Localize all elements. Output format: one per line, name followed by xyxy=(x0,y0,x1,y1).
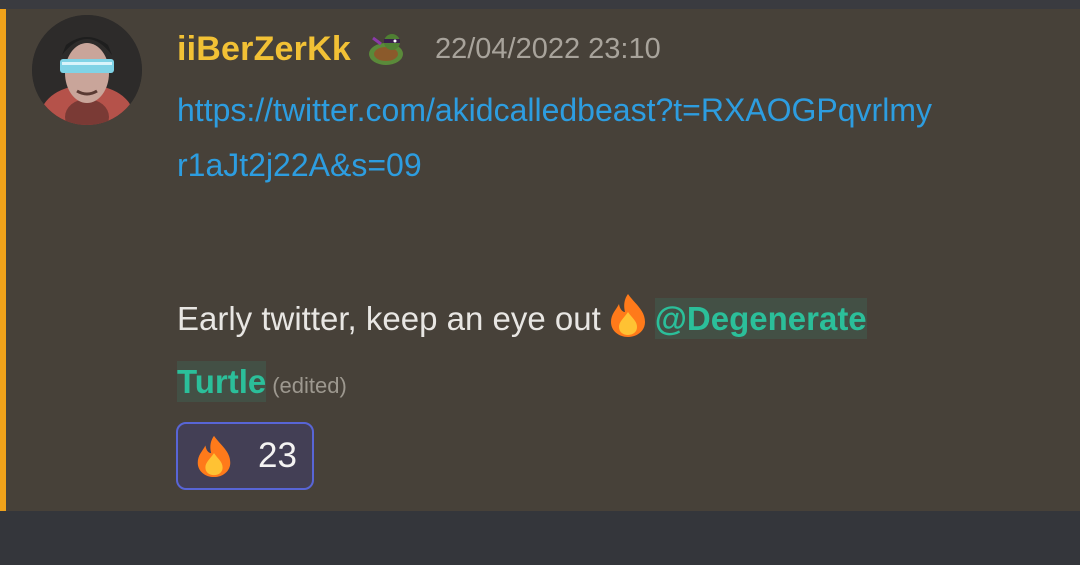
twitter-link[interactable]: https://twitter.com/akidcalledbeast?t=RX… xyxy=(177,83,937,193)
avatar[interactable] xyxy=(32,15,142,125)
mention-line-1: @Degenerate xyxy=(654,300,867,337)
chat-message: iiBerZerKk 22/04/2022 23:10 https://twit… xyxy=(0,9,1080,511)
turtle-ninja-icon[interactable] xyxy=(365,32,407,66)
chat-background xyxy=(0,511,1080,565)
fire-emoji xyxy=(605,292,651,354)
username[interactable]: iiBerZerKk xyxy=(177,30,351,69)
reaction-count: 23 xyxy=(258,436,297,475)
message-text-content: Early twitter, keep an eye out xyxy=(177,300,601,337)
message-text: Early twitter, keep an eye out @Degenera… xyxy=(177,291,977,413)
top-strip xyxy=(0,0,1080,9)
timestamp: 22/04/2022 23:10 xyxy=(434,32,661,65)
fire-emoji xyxy=(192,434,236,478)
edited-label: (edited) xyxy=(272,373,347,398)
mention-highlight-bar xyxy=(0,9,6,511)
message-header: iiBerZerKk 22/04/2022 23:10 xyxy=(177,27,661,71)
reaction-button[interactable]: 23 xyxy=(176,422,314,490)
mention-line-2: Turtle xyxy=(177,363,267,400)
